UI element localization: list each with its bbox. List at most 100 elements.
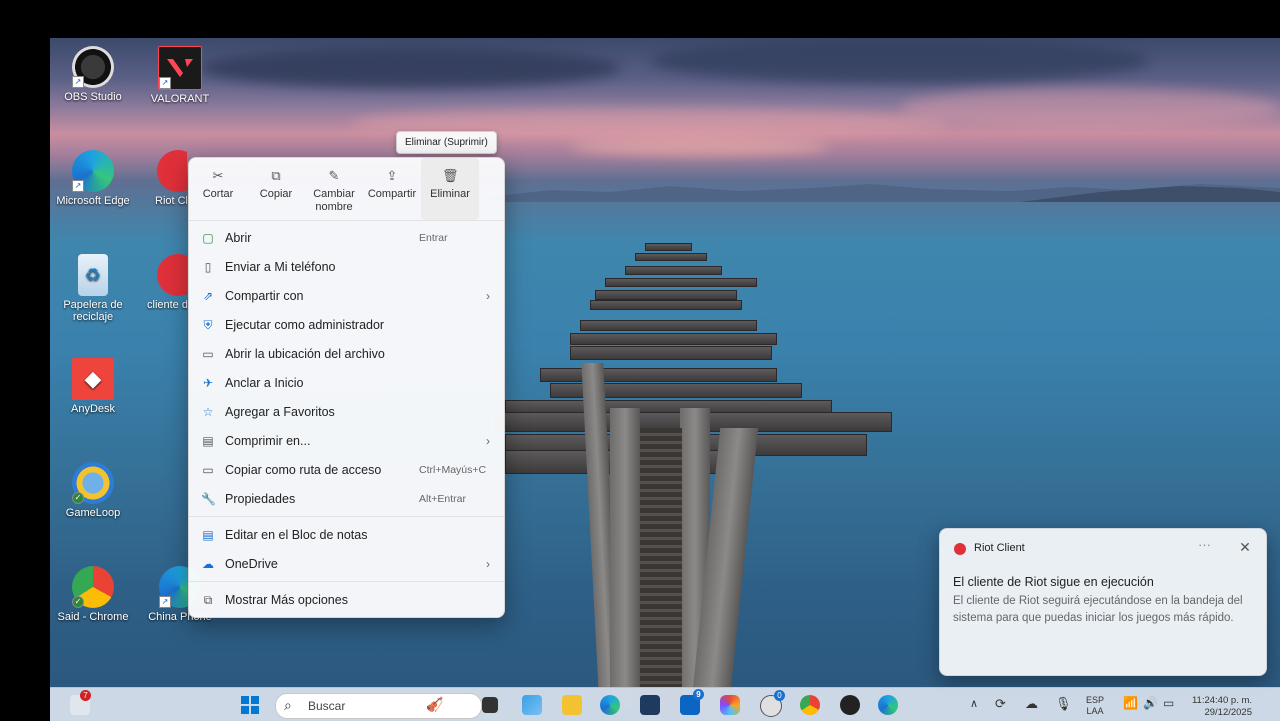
edge-icon[interactable]: [600, 695, 620, 715]
clock[interactable]: 11:24:40 p. m. 29/12/2025: [1190, 695, 1252, 719]
riot-client-icon: [954, 543, 966, 555]
riot-client-icon: [157, 150, 187, 192]
close-icon[interactable]: ✕: [1236, 539, 1254, 556]
desktop-icon-obs[interactable]: ↗ OBS Studio: [50, 46, 136, 103]
share-button[interactable]: ⇪ Compartir: [363, 158, 421, 220]
edge-icon: ↗: [72, 150, 114, 192]
desktop-icon-recycle-bin[interactable]: ♻ Papelera de reciclaje: [50, 254, 136, 323]
menu-item-label: Ejecutar como administrador: [225, 318, 385, 332]
cloud: [650, 38, 1150, 83]
riot-notification[interactable]: Riot Client ··· ✕ El cliente de Riot sig…: [939, 528, 1267, 676]
menu-item-show-more-options[interactable]: ⧉ Mostrar Más opciones: [189, 586, 504, 614]
recycle-bin-icon: ♻: [78, 254, 108, 296]
cloud: [570, 138, 830, 156]
notification-badge: 7: [80, 690, 91, 701]
shortcut-arrow-icon: ↗: [159, 596, 171, 608]
volume-icon[interactable]: 🔊: [1143, 696, 1158, 710]
cloud-icon[interactable]: ☁: [1025, 696, 1038, 712]
task-view-icon[interactable]: [482, 697, 498, 713]
check-icon: ✓: [72, 492, 84, 504]
store-icon[interactable]: [640, 695, 660, 715]
star-icon: ☆: [202, 405, 214, 419]
copy-icon: ⧉: [271, 168, 281, 183]
rename-button[interactable]: ✎ Cambiar nombre: [305, 158, 363, 220]
menu-item-send-to-phone[interactable]: ▯ Enviar a Mi teléfono: [189, 253, 504, 281]
delete-button[interactable]: 🗑 Eliminar: [421, 158, 479, 220]
sync-icon[interactable]: ⟳: [995, 696, 1006, 712]
weather-widget-icon[interactable]: 7: [70, 690, 91, 715]
cloud: [200, 48, 620, 88]
menu-item-label: Agregar a Favoritos: [225, 405, 335, 419]
battery-icon[interactable]: ▭: [1163, 696, 1174, 710]
rename-label: Cambiar nombre: [313, 188, 355, 213]
desktop-icon-gameloop[interactable]: ✓ GameLoop: [50, 462, 136, 519]
menu-item-shortcut: Alt+Entrar: [419, 493, 466, 505]
menu-item-open[interactable]: ▢ Abrir Entrar: [189, 224, 504, 252]
menu-item-label: Copiar como ruta de acceso: [225, 463, 382, 477]
search-icon: ⌕: [284, 697, 292, 713]
gameloop-icon: ✓: [72, 462, 114, 504]
menu-item-properties[interactable]: 🔧 Propiedades Alt+Entrar: [189, 485, 504, 513]
pin-icon: ✈: [202, 376, 214, 390]
linkedin-icon[interactable]: 9: [680, 689, 704, 715]
microphone-icon[interactable]: 🎙: [1055, 696, 1072, 712]
desktop-icon-label: Said - Chrome: [57, 611, 129, 623]
desktop-icon-label: Microsoft Edge: [56, 195, 130, 207]
delete-tooltip: Eliminar (Suprimir): [396, 131, 497, 154]
menu-item-share-with[interactable]: ⇗ Compartir con ›: [189, 282, 504, 310]
desktop-icon-label: OBS Studio: [64, 91, 122, 103]
desktop-icon-label: cliente d: [147, 299, 187, 311]
riot-client-icon: [157, 254, 187, 296]
menu-item-label: Abrir la ubicación del archivo: [225, 347, 385, 361]
cut-button[interactable]: ✂ Cortar: [189, 158, 247, 220]
cut-label: Cortar: [202, 188, 234, 200]
menu-item-label: Editar en el Bloc de notas: [225, 528, 368, 542]
chevron-up-icon[interactable]: ∧: [970, 697, 978, 710]
trash-icon: 🗑: [442, 168, 459, 183]
file-explorer-icon[interactable]: [562, 695, 582, 715]
menu-item-open-file-location[interactable]: ▭ Abrir la ubicación del archivo: [189, 340, 504, 368]
obs-icon[interactable]: [840, 695, 860, 715]
search-placeholder: Buscar: [308, 699, 346, 713]
start-button[interactable]: [240, 695, 260, 715]
copy-button[interactable]: ⧉ Copiar: [247, 158, 305, 220]
menu-item-compress[interactable]: ▤ Comprimir en... ›: [189, 427, 504, 455]
menu-item-run-as-admin[interactable]: ⛨ Ejecutar como administrador: [189, 311, 504, 339]
desktop-icon-edge[interactable]: ↗ Microsoft Edge: [50, 150, 136, 207]
folder-icon: ▭: [202, 347, 214, 361]
desktop-icon-chrome[interactable]: ✓ Said - Chrome: [50, 566, 136, 623]
chrome-icon: ✓: [72, 566, 114, 608]
desktop-icon-anydesk[interactable]: ◆ AnyDesk: [50, 358, 136, 415]
menu-item-add-to-favorites[interactable]: ☆ Agregar a Favoritos: [189, 398, 504, 426]
language-indicator[interactable]: ESP LAA: [1086, 695, 1104, 717]
chrome-icon[interactable]: [800, 695, 820, 715]
check-icon: ✓: [72, 596, 84, 608]
widgets-icon[interactable]: [522, 695, 542, 715]
notification-title: El cliente de Riot sigue en ejecución: [953, 575, 1154, 589]
clock-date: 29/12/2025: [1204, 707, 1252, 718]
copilot-icon[interactable]: [720, 695, 740, 715]
desktop-icon-label: AnyDesk: [70, 403, 116, 415]
chevron-right-icon: ›: [486, 289, 490, 303]
search-highlight-icon: 🎻: [426, 696, 444, 712]
anydesk-icon: ◆: [72, 358, 114, 400]
menu-item-label: Enviar a Mi teléfono: [225, 260, 336, 274]
taskbar-search[interactable]: ⌕ Buscar 🎻: [275, 693, 482, 719]
menu-item-pin-to-start[interactable]: ✈ Anclar a Inicio: [189, 369, 504, 397]
more-options-icon[interactable]: ···: [1198, 537, 1211, 552]
steam-icon[interactable]: 0: [760, 690, 785, 717]
menu-item-onedrive[interactable]: ☁ OneDrive ›: [189, 550, 504, 578]
wifi-icon[interactable]: 📶: [1123, 696, 1138, 710]
menu-item-edit-notepad[interactable]: ▤ Editar en el Bloc de notas: [189, 521, 504, 549]
delete-label: Eliminar: [430, 188, 470, 200]
windows-logo-icon: [241, 696, 259, 714]
desktop-icon-valorant[interactable]: ↗ VALORANT: [137, 46, 223, 105]
notification-badge: 9: [693, 689, 704, 700]
menu-item-label: OneDrive: [225, 557, 278, 571]
edge-icon[interactable]: [878, 695, 898, 715]
desktop-icon-riot[interactable]: Riot Cl: [137, 150, 187, 207]
menu-item-copy-as-path[interactable]: ▭ Copiar como ruta de acceso Ctrl+Mayús+…: [189, 456, 504, 484]
desktop-icon-riot-client[interactable]: cliente d: [137, 254, 187, 311]
menu-item-label: Abrir: [225, 231, 252, 245]
copy-label: Copiar: [259, 188, 293, 200]
